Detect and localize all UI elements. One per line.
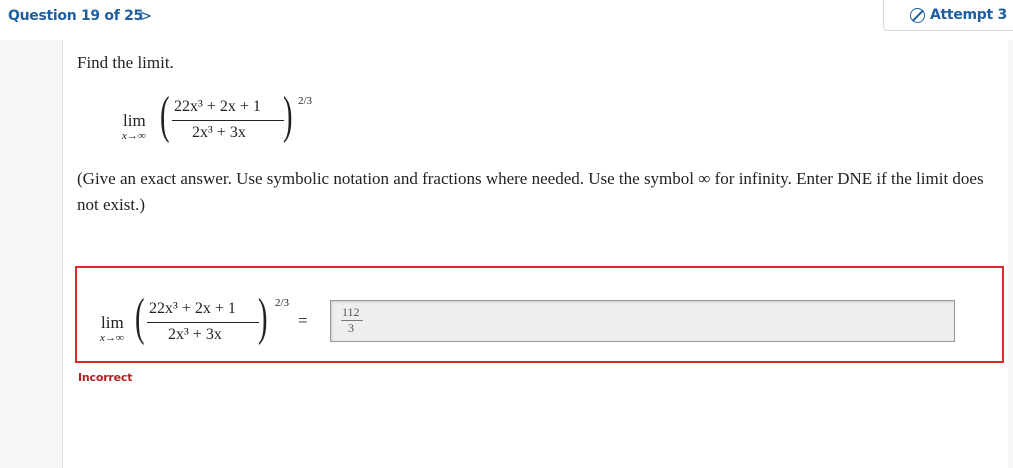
right-gutter xyxy=(1008,40,1013,468)
answer-exponent: 2/3 xyxy=(275,297,290,309)
right-paren: ) xyxy=(283,87,293,144)
answer-fraction-denominator: 2x³ + 3x xyxy=(168,326,222,343)
question-prompt: Find the limit. xyxy=(77,53,174,72)
answer-left-paren: ( xyxy=(135,289,145,346)
top-bar: Question 19 of 25 > Attempt 3 xyxy=(0,0,1013,40)
answer-denominator: 3 xyxy=(348,321,354,335)
left-paren: ( xyxy=(160,87,170,144)
fraction-denominator: 2x³ + 3x xyxy=(192,124,246,141)
answer-fraction-bar xyxy=(147,322,259,323)
attempt-label: Attempt 3 xyxy=(930,7,1007,23)
fraction-bar xyxy=(172,120,284,121)
left-gutter xyxy=(0,40,63,468)
lim-label: lim xyxy=(123,111,146,130)
exponent: 2/3 xyxy=(298,95,313,107)
fraction-numerator: 22x³ + 2x + 1 xyxy=(174,98,261,115)
answer-lim-label: lim xyxy=(101,313,124,332)
answer-numerator: 112 xyxy=(342,305,360,319)
answer-lim-subscript: x→∞ xyxy=(100,332,124,344)
answer-fraction-numerator: 22x³ + 2x + 1 xyxy=(149,300,236,317)
lim-subscript: x→∞ xyxy=(122,130,146,142)
prohibited-icon xyxy=(910,8,925,23)
answer-input[interactable]: 112 3 xyxy=(330,300,955,342)
answer-right-paren: ) xyxy=(258,289,268,346)
question-counter: Question 19 of 25 xyxy=(8,8,143,24)
status-feedback: Incorrect xyxy=(78,371,133,384)
instructions-text: (Give an exact answer. Use symbolic nota… xyxy=(77,169,984,214)
attempt-indicator: Attempt 3 xyxy=(883,0,1013,31)
equals-sign: = xyxy=(298,311,308,330)
next-question-button[interactable]: > xyxy=(139,6,152,25)
